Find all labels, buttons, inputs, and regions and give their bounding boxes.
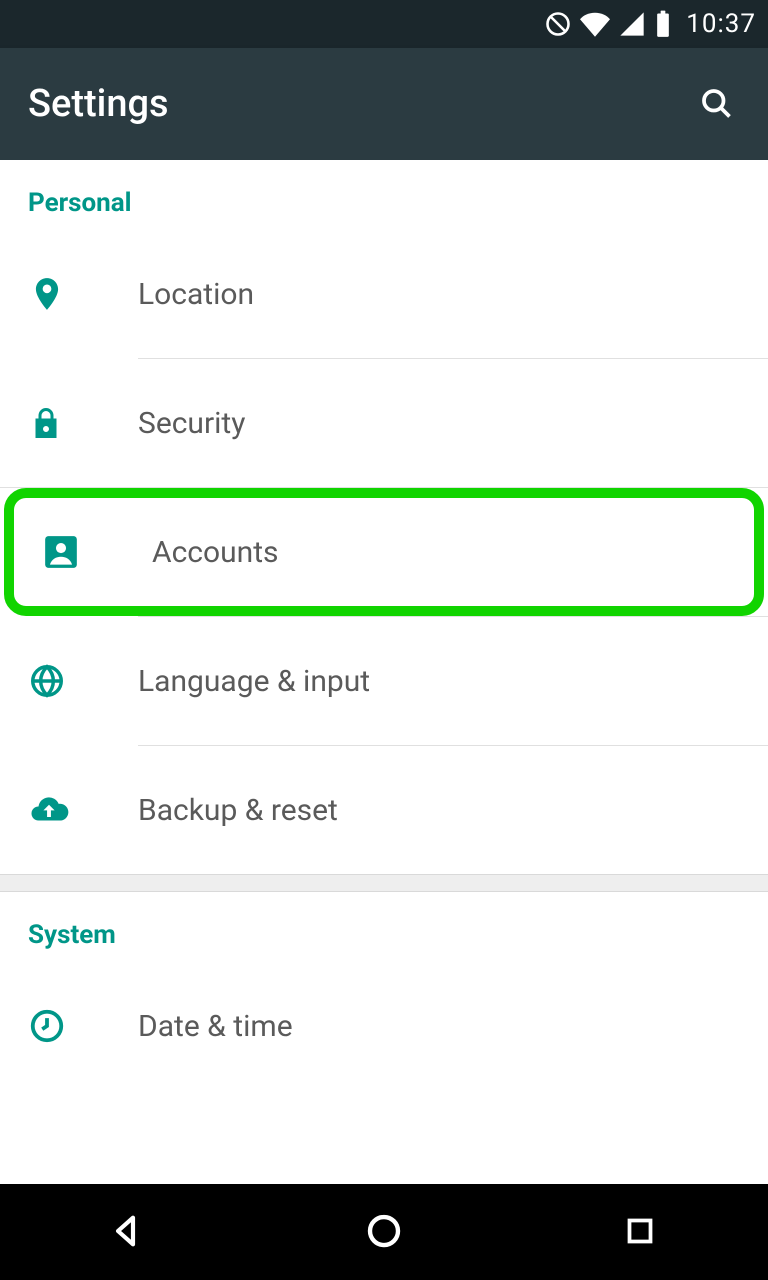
section-divider: [0, 874, 768, 892]
settings-item-date-time[interactable]: Date & time: [0, 962, 768, 1090]
settings-item-label: Backup & reset: [138, 793, 338, 828]
settings-item-label: Language & input: [138, 664, 370, 699]
status-time: 10:37: [686, 9, 756, 39]
wifi-icon: [580, 9, 610, 39]
lock-icon: [28, 405, 138, 441]
settings-item-label: Date & time: [138, 1009, 293, 1044]
settings-item-label: Accounts: [152, 535, 279, 570]
settings-item-backup-reset[interactable]: Backup & reset: [0, 746, 768, 874]
navigation-bar: [0, 1184, 768, 1280]
recent-apps-button[interactable]: [580, 1202, 700, 1262]
settings-item-security[interactable]: Security: [0, 359, 768, 487]
settings-item-label: Security: [138, 406, 245, 441]
globe-icon: [28, 662, 138, 700]
location-icon: [28, 275, 138, 313]
back-button[interactable]: [68, 1202, 188, 1262]
cell-signal-icon: [618, 10, 646, 38]
page-title: Settings: [28, 82, 169, 126]
settings-item-location[interactable]: Location: [0, 230, 768, 358]
settings-item-accounts[interactable]: Accounts: [14, 498, 754, 606]
section-header-system: System: [0, 892, 768, 962]
clock-icon: [28, 1007, 138, 1045]
home-icon: [363, 1210, 405, 1255]
recent-apps-icon: [622, 1213, 658, 1252]
section-header-personal: Personal: [0, 160, 768, 230]
search-button[interactable]: [692, 80, 740, 128]
settings-item-label: Location: [138, 277, 254, 312]
battery-icon: [654, 10, 672, 38]
cloud-upload-icon: [28, 789, 138, 831]
settings-list[interactable]: Personal Location Security Accounts: [0, 160, 768, 1184]
home-button[interactable]: [324, 1202, 444, 1262]
do-not-disturb-icon: [544, 10, 572, 38]
search-icon: [698, 85, 734, 124]
back-icon: [108, 1211, 148, 1254]
settings-item-language-input[interactable]: Language & input: [0, 617, 768, 745]
app-bar: Settings: [0, 48, 768, 160]
person-icon: [42, 533, 152, 571]
screen: 10:37 Settings Personal Location Securit…: [0, 0, 768, 1280]
status-bar: 10:37: [0, 0, 768, 48]
highlight-accounts: Accounts: [4, 488, 764, 616]
